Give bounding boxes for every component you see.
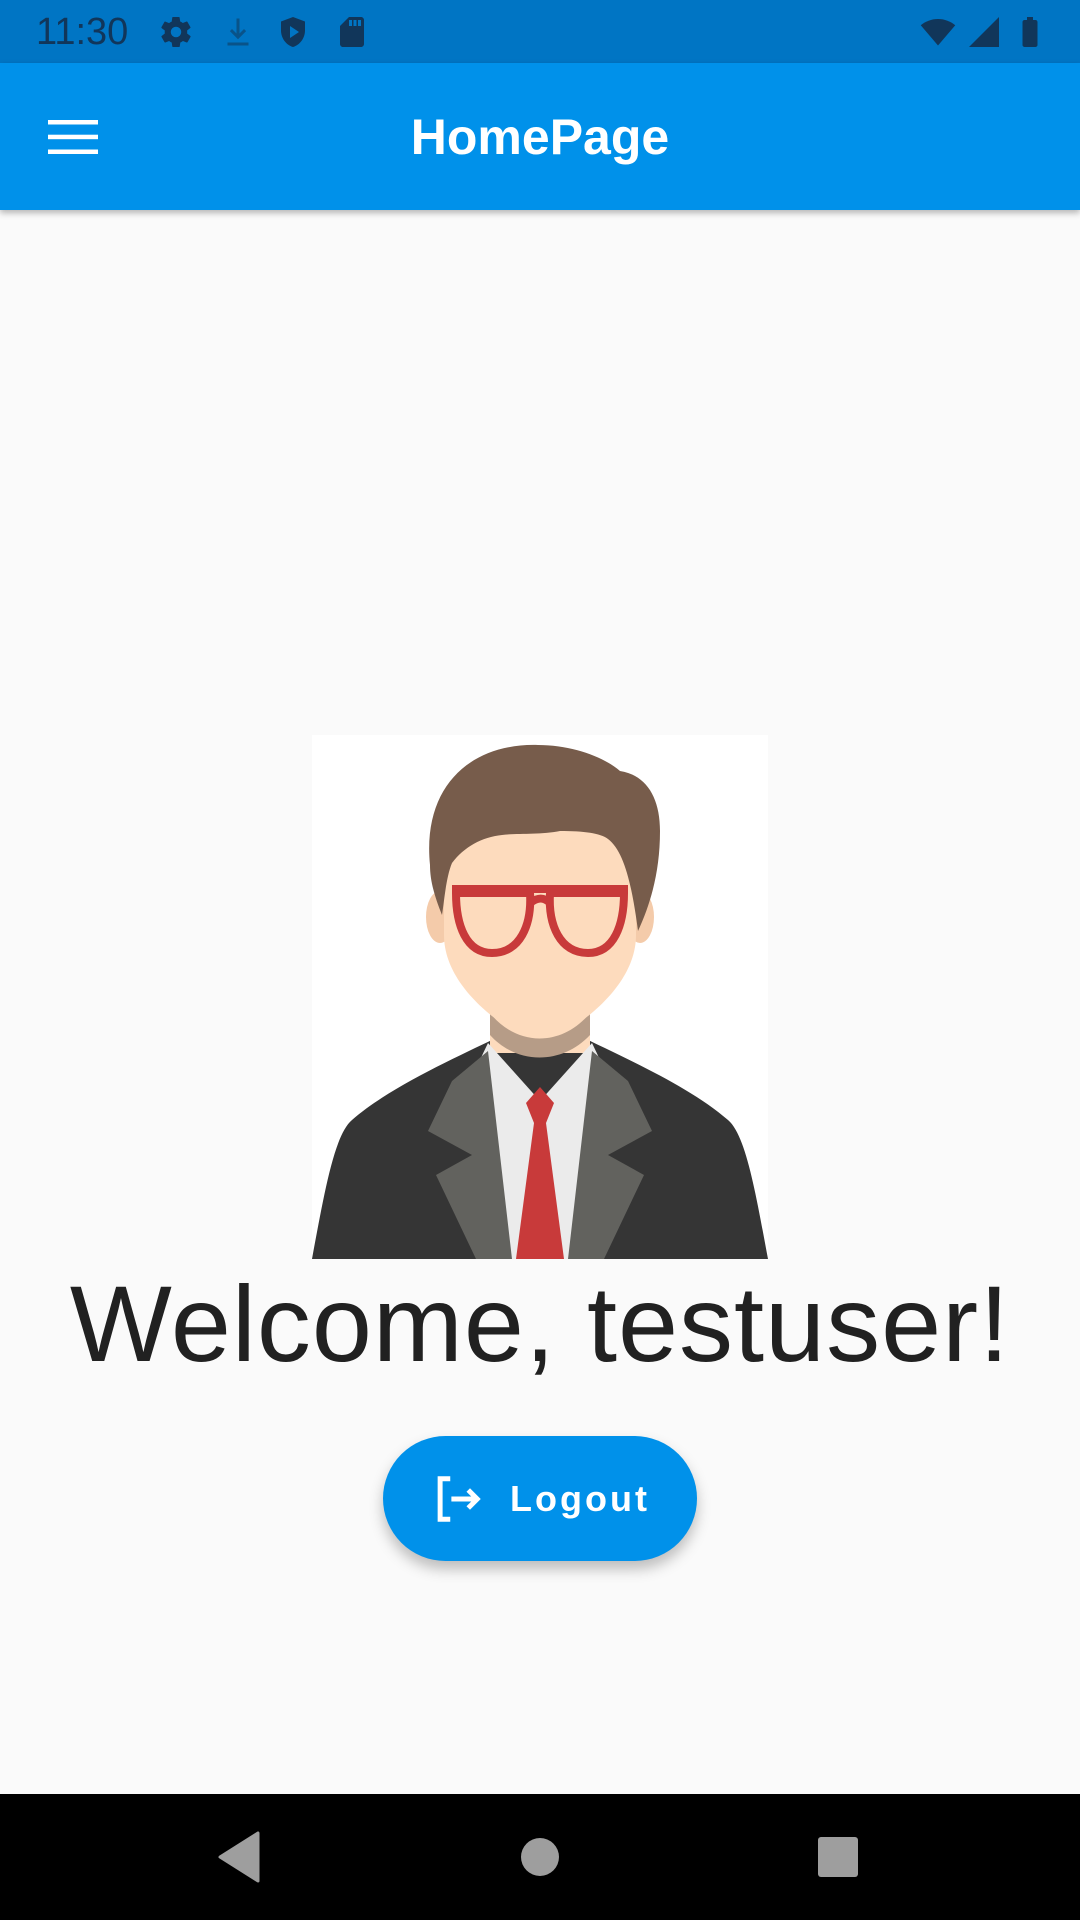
gear-icon (161, 16, 191, 48)
battery-icon (1022, 17, 1038, 47)
app-bar: HomePage (0, 63, 1080, 210)
recents-icon (818, 1837, 858, 1877)
status-time: 11:30 (36, 11, 129, 53)
page-title: HomePage (410, 109, 670, 165)
logout-icon (437, 1475, 481, 1522)
user-avatar (312, 735, 768, 1259)
shield-play-icon (281, 17, 305, 47)
user-avatar-illustration (312, 744, 768, 1259)
recents-button[interactable] (805, 1824, 871, 1890)
home-button[interactable] (507, 1824, 573, 1890)
status-bar: 11:30 (0, 0, 1080, 63)
back-icon (218, 1831, 260, 1883)
wifi-icon (920, 18, 956, 46)
download-icon (227, 18, 249, 46)
signal-icon (969, 17, 999, 47)
home-screen: 11:30 HomePage Welcome, testuser! Logout (0, 0, 1080, 1920)
welcome-text: Welcome, testuser! (69, 1263, 1011, 1384)
sd-card-icon (340, 17, 364, 47)
logout-label: Logout (510, 1477, 650, 1519)
back-button[interactable] (207, 1824, 273, 1890)
home-icon (521, 1838, 559, 1876)
navigation-bar (0, 1794, 1080, 1920)
logout-button[interactable]: Logout (383, 1436, 697, 1561)
